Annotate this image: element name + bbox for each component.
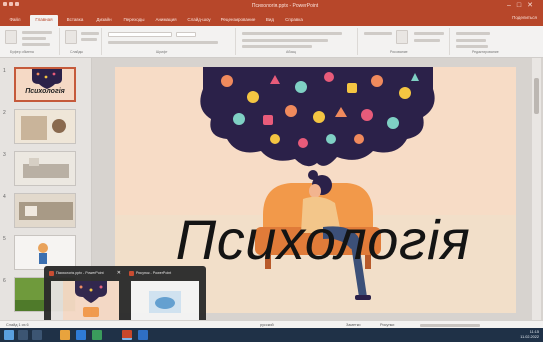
- group-label: Рисование: [390, 50, 408, 54]
- thumbnail-photo: [15, 152, 75, 185]
- quick-access-toolbar[interactable]: [3, 2, 23, 9]
- preview-illustration: [51, 281, 107, 324]
- window-title: Психологія.pptx - PowerPoint: [251, 3, 319, 9]
- share-button[interactable]: Поделиться: [512, 15, 537, 20]
- ribbon-group-paragraph: Абзац: [238, 28, 358, 55]
- slide-counter: Слайд 1 из 6: [6, 323, 29, 327]
- thumbnail-illustration: [32, 69, 62, 89]
- task-view-icon[interactable]: [32, 330, 42, 340]
- ribbon-group-drawing: Рисование: [360, 28, 450, 55]
- slide-thumbnail[interactable]: [14, 151, 76, 186]
- thumbnail-cartoon: [15, 236, 75, 269]
- tab-animations[interactable]: Анимация: [152, 15, 180, 26]
- tab-file[interactable]: Файл: [4, 15, 26, 26]
- tab-home[interactable]: Главная: [30, 15, 58, 26]
- tab-view[interactable]: Вид: [262, 15, 278, 26]
- font-name-select[interactable]: [108, 32, 172, 37]
- thumbnail-title: Психологія: [25, 88, 65, 95]
- slide-thumbnail[interactable]: [14, 235, 76, 270]
- preview-thumbnail: [51, 281, 119, 324]
- group-label: Слайды: [70, 50, 84, 54]
- slide-thumbnail[interactable]: [14, 109, 76, 144]
- tab-design[interactable]: Дизайн: [92, 15, 116, 26]
- vertical-scrollbar[interactable]: [532, 58, 541, 320]
- windows-taskbar: 11:15 11.02.2022: [0, 328, 543, 342]
- preview-title: Психологія.pptx - PowerPoint: [56, 271, 104, 275]
- preview-window[interactable]: Психологія.pptx - PowerPoint ✕: [47, 269, 123, 327]
- ribbon-group-editing: Редактирование: [452, 28, 540, 55]
- view-label[interactable]: Рисунки: [380, 323, 394, 327]
- start-icon[interactable]: [4, 330, 14, 340]
- preview-window[interactable]: Рисунок - PowerPoint: [127, 269, 203, 327]
- zoom-slider[interactable]: [420, 324, 480, 327]
- preview-thumbnail: [131, 281, 199, 324]
- tab-help[interactable]: Справка: [282, 15, 306, 26]
- slide-thumbnail[interactable]: Психологія: [14, 67, 76, 102]
- font-size-select[interactable]: [176, 32, 196, 37]
- slide-title[interactable]: Психологія: [133, 207, 513, 272]
- word-icon[interactable]: [138, 330, 148, 340]
- title-bar: Психологія.pptx - PowerPoint –□✕: [0, 0, 543, 12]
- tab-transitions[interactable]: Переходы: [120, 15, 148, 26]
- status-bar: Слайд 1 из 6 русский Заметки Рисунки: [0, 320, 543, 328]
- shapes-icon[interactable]: [396, 30, 408, 44]
- group-label: Буфер обмена: [10, 50, 34, 54]
- paste-icon[interactable]: [5, 30, 17, 44]
- app-icon[interactable]: [92, 330, 102, 340]
- clock-date: 11.02.2022: [520, 335, 539, 339]
- undo-icon[interactable]: [9, 2, 13, 6]
- tab-review[interactable]: Рецензирование: [218, 15, 258, 26]
- group-label: Редактирование: [472, 50, 499, 54]
- ribbon-tabs: Файл Главная Вставка Дизайн Переходы Ани…: [0, 12, 543, 26]
- thumbnail-photo: [15, 110, 75, 143]
- slide-number: 3: [3, 152, 6, 158]
- slide-number: 6: [3, 278, 6, 284]
- slide-number: 5: [3, 236, 6, 242]
- preview-title: Рисунок - PowerPoint: [136, 271, 172, 275]
- ribbon-group-clipboard: Буфер обмена: [2, 28, 60, 55]
- thumbnail-photo: [15, 194, 75, 227]
- group-label: Шрифт: [156, 50, 168, 54]
- slide-number: 4: [3, 194, 6, 200]
- close-icon[interactable]: ✕: [117, 270, 121, 276]
- slide-thumbnail[interactable]: [14, 193, 76, 228]
- powerpoint-icon[interactable]: [122, 330, 132, 340]
- ribbon: Буфер обмена Слайды Шрифт Абзац Рисовани…: [0, 26, 543, 58]
- slide-number: 1: [3, 68, 6, 74]
- save-icon[interactable]: [3, 2, 7, 6]
- slide-number: 2: [3, 110, 6, 116]
- file-explorer-icon[interactable]: [60, 330, 70, 340]
- preview-illustration: [149, 291, 181, 313]
- notes-button[interactable]: Заметки: [346, 323, 361, 327]
- search-icon[interactable]: [18, 330, 28, 340]
- tab-insert[interactable]: Вставка: [62, 15, 88, 26]
- redo-icon[interactable]: [15, 2, 19, 6]
- browser-icon[interactable]: [76, 330, 86, 340]
- language-indicator[interactable]: русский: [260, 323, 274, 327]
- ribbon-group-slides: Слайды: [62, 28, 102, 55]
- window-controls[interactable]: –□✕: [507, 1, 539, 9]
- tab-slideshow[interactable]: Слайд-шоу: [184, 15, 214, 26]
- system-tray-clock[interactable]: 11:15 11.02.2022: [520, 330, 539, 340]
- scrollbar-thumb[interactable]: [534, 78, 539, 114]
- group-label: Абзац: [286, 50, 296, 54]
- ribbon-group-font: Шрифт: [104, 28, 236, 55]
- new-slide-icon[interactable]: [65, 30, 77, 44]
